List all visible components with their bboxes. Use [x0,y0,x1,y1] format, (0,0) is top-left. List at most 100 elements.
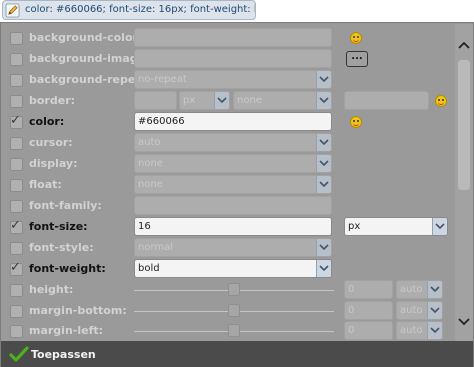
scrollbar-thumb[interactable] [458,60,470,190]
row-background-color: background-color: [1,28,453,49]
row-border: border: px none [1,91,453,112]
height-unit-select[interactable]: auto [396,280,443,299]
color-picker-icon[interactable] [350,116,362,128]
chevron-down-icon[interactable] [316,92,331,109]
row-background-repeat: background-repeat: no-repeat [1,70,453,91]
display-select[interactable]: none [134,154,332,173]
slider-handle[interactable] [228,283,240,296]
chevron-down-icon[interactable] [427,281,442,298]
pencil-icon [5,3,20,18]
checkbox-margin-left[interactable] [10,325,23,338]
checkmark-icon: ✓ [10,113,21,128]
float-select[interactable]: none [134,175,332,194]
border-color-input[interactable] [344,91,429,110]
checkbox-color[interactable]: ✓ [10,113,23,129]
color-picker-icon[interactable] [435,95,447,107]
font-weight-select[interactable]: bold [134,259,332,278]
margin-left-unit-value: auto [400,325,423,336]
style-properties-panel: background-color: background-image: ... … [0,22,474,367]
color-picker-icon[interactable] [350,32,362,44]
chevron-down-icon[interactable] [316,239,331,256]
background-repeat-value: no-repeat [138,74,187,85]
apply-button[interactable]: Toepassen [31,348,96,361]
row-font-family: font-family: [1,196,453,217]
checkbox-height[interactable] [10,284,23,297]
chevron-down-icon[interactable] [316,176,331,193]
label-color: color: [29,115,65,128]
margin-bottom-input[interactable]: 0 [344,301,393,320]
slider-handle[interactable] [228,304,240,317]
label-font-family: font-family: [29,199,102,212]
row-color: ✓ color: #660066 [1,112,453,133]
checkbox-font-size[interactable]: ✓ [10,218,23,234]
checkmark-icon: ✓ [10,260,21,275]
scroll-up-icon[interactable] [455,36,473,54]
font-size-input[interactable]: 16 [134,217,332,236]
checkbox-float[interactable] [10,179,23,192]
font-style-select[interactable]: normal [134,238,332,257]
label-float: float: [29,178,62,191]
border-unit-select[interactable]: px [179,91,230,110]
background-color-input[interactable] [134,28,332,47]
margin-bottom-slider[interactable] [134,304,334,317]
margin-left-input[interactable]: 0 [344,321,393,340]
margin-left-slider[interactable] [134,324,334,337]
label-background-color: background-color: [29,31,143,44]
font-size-unit-value: px [348,221,361,232]
label-border: border: [29,94,76,107]
border-style-value: none [237,95,262,106]
color-input[interactable]: #660066 [134,112,332,131]
row-float: float: none [1,175,453,196]
green-check-icon[interactable] [9,345,29,363]
row-display: display: none [1,154,453,175]
height-input[interactable]: 0 [344,280,393,299]
slider-handle[interactable] [228,324,240,337]
checkbox-cursor[interactable] [10,137,23,150]
checkbox-font-style[interactable] [10,242,23,255]
font-weight-value: bold [138,263,160,274]
height-slider[interactable] [134,283,334,296]
cursor-value: auto [138,137,161,148]
margin-bottom-unit-select[interactable]: auto [396,301,443,320]
browse-button[interactable]: ... [346,51,368,67]
border-unit-value: px [183,95,196,106]
checkbox-border[interactable] [10,95,23,108]
background-repeat-select[interactable]: no-repeat [134,70,332,89]
margin-left-unit-select[interactable]: auto [396,321,443,340]
checkmark-icon: ✓ [10,218,21,233]
row-cursor: cursor: auto [1,133,453,154]
font-family-input[interactable] [134,196,332,215]
row-margin-bottom: margin-bottom: 0 auto [1,301,453,322]
scroll-down-icon[interactable] [455,313,473,331]
vertical-scrollbar[interactable] [455,24,473,341]
display-value: none [138,158,163,169]
checkbox-font-weight[interactable]: ✓ [10,260,23,276]
checkbox-display[interactable] [10,158,23,171]
chevron-down-icon[interactable] [316,260,331,277]
label-font-weight: font-weight: [29,262,106,275]
checkbox-background-repeat[interactable] [10,74,23,87]
background-image-input[interactable] [134,49,332,68]
chevron-down-icon[interactable] [316,71,331,88]
chevron-down-icon[interactable] [427,322,442,339]
row-height: height: 0 auto [1,280,453,301]
chevron-down-icon[interactable] [432,218,447,235]
chevron-down-icon[interactable] [316,155,331,172]
cursor-select[interactable]: auto [134,133,332,152]
checkbox-background-image[interactable] [10,53,23,66]
chevron-down-icon[interactable] [316,134,331,151]
checkbox-margin-bottom[interactable] [10,305,23,318]
checkbox-font-family[interactable] [10,200,23,213]
label-background-image: background-image: [29,52,150,65]
label-background-repeat: background-repeat: [29,73,153,86]
style-tab[interactable]: color: #660066; font-size: 16px; font-we… [2,0,256,20]
tab-title: color: #660066; font-size: 16px; font-we… [25,4,256,15]
float-value: none [138,179,163,190]
border-width-input[interactable] [134,91,177,110]
chevron-down-icon[interactable] [427,302,442,319]
chevron-down-icon[interactable] [214,92,229,109]
checkbox-background-color[interactable] [10,32,23,45]
font-size-unit-select[interactable]: px [344,217,448,236]
border-style-select[interactable]: none [233,91,332,110]
footer-bar: Toepassen [1,341,473,367]
